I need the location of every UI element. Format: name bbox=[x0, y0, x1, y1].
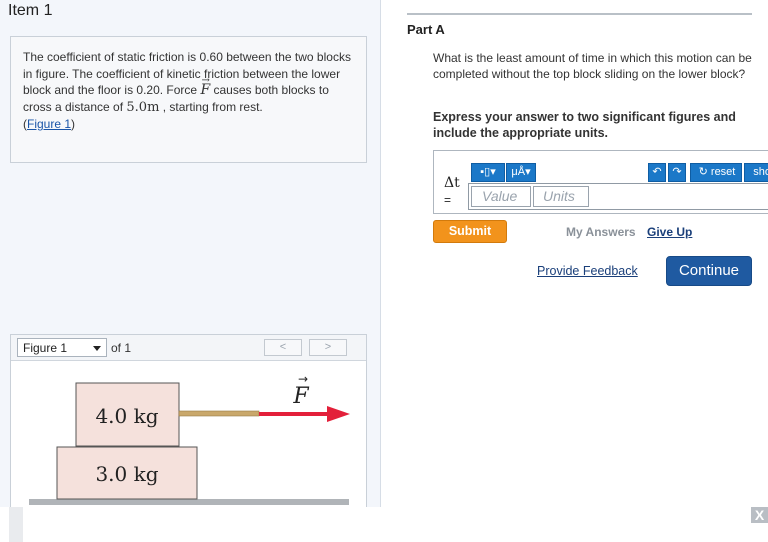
templates-button[interactable]: ▪▯▾ bbox=[471, 163, 505, 182]
problem-statement: The coefficient of static friction is 0.… bbox=[10, 36, 367, 163]
part-title: Part A bbox=[407, 22, 445, 37]
chevron-down-icon bbox=[93, 346, 101, 351]
figure-select[interactable]: Figure 1 bbox=[17, 338, 107, 357]
force-vector-arrow-icon: → bbox=[298, 372, 308, 386]
next-figure-button[interactable]: > bbox=[309, 339, 347, 356]
submit-button[interactable]: Submit bbox=[433, 220, 507, 243]
bottom-block-label: 3.0 kg bbox=[95, 462, 158, 486]
right-panel: Part A What is the least amount of time … bbox=[381, 0, 768, 507]
blocks-diagram: 3.0 kg 4.0 kg F → bbox=[29, 372, 350, 505]
reset-button[interactable]: ↻ reset bbox=[690, 163, 742, 182]
question-text: What is the least amount of time in whic… bbox=[433, 51, 752, 81]
divider bbox=[407, 13, 752, 15]
scrollbar[interactable] bbox=[9, 507, 23, 542]
units-input[interactable]: Units bbox=[533, 186, 589, 207]
top-block-label: 4.0 kg bbox=[95, 404, 158, 428]
redo-icon: ↷ bbox=[672, 166, 682, 178]
equals-sign: = bbox=[444, 193, 452, 207]
show-button[interactable]: shor bbox=[744, 163, 768, 182]
close-icon[interactable]: X bbox=[751, 507, 768, 523]
answer-input-area: Value Units bbox=[468, 183, 768, 210]
figure-panel: Figure 1 of 1 < > 3.0 kg 4.0 kg F → bbox=[10, 334, 367, 509]
link-close-paren: ) bbox=[71, 117, 76, 131]
problem-text-3: , starting from rest. bbox=[159, 99, 263, 114]
prev-figure-button[interactable]: < bbox=[264, 339, 302, 356]
units-button[interactable]: μÅ▾ bbox=[506, 163, 536, 182]
force-label: F bbox=[292, 384, 309, 409]
templates-icon: ▪▯ bbox=[480, 166, 491, 178]
figure-link[interactable]: Figure 1 bbox=[27, 117, 71, 131]
instruction-text: Express your answer to two significant f… bbox=[433, 110, 736, 140]
vector-arrow-icon: → bbox=[201, 75, 210, 86]
undo-button[interactable]: ↶ bbox=[648, 163, 666, 182]
provide-feedback-link[interactable]: Provide Feedback bbox=[537, 264, 638, 278]
force-arrow-icon bbox=[327, 406, 350, 422]
floor bbox=[29, 499, 349, 505]
undo-icon: ↶ bbox=[652, 166, 662, 178]
rope bbox=[178, 410, 260, 417]
figure-count: of 1 bbox=[111, 341, 132, 355]
bottom-strip bbox=[0, 507, 768, 542]
item-title: Item 1 bbox=[8, 2, 53, 19]
distance-value: 5.0m bbox=[126, 99, 160, 115]
redo-button[interactable]: ↷ bbox=[668, 163, 686, 182]
answer-box: Δt = ▪▯▾ μÅ▾ ↶ ↷ ↻ reset shor Value Unit… bbox=[433, 150, 768, 214]
left-panel: Item 1 The coefficient of static frictio… bbox=[0, 0, 381, 509]
give-up-link[interactable]: Give Up bbox=[647, 225, 692, 239]
figure-canvas: 3.0 kg 4.0 kg F → bbox=[11, 361, 366, 508]
value-input[interactable]: Value bbox=[471, 186, 531, 207]
my-answers-link[interactable]: My Answers bbox=[566, 225, 636, 239]
answer-variable: Δt bbox=[444, 175, 460, 191]
figure-toolbar: Figure 1 of 1 < > bbox=[11, 335, 366, 361]
reset-icon: ↻ bbox=[698, 166, 708, 178]
force-vector-symbol: → F bbox=[200, 75, 211, 98]
continue-button[interactable]: Continue bbox=[666, 256, 752, 286]
